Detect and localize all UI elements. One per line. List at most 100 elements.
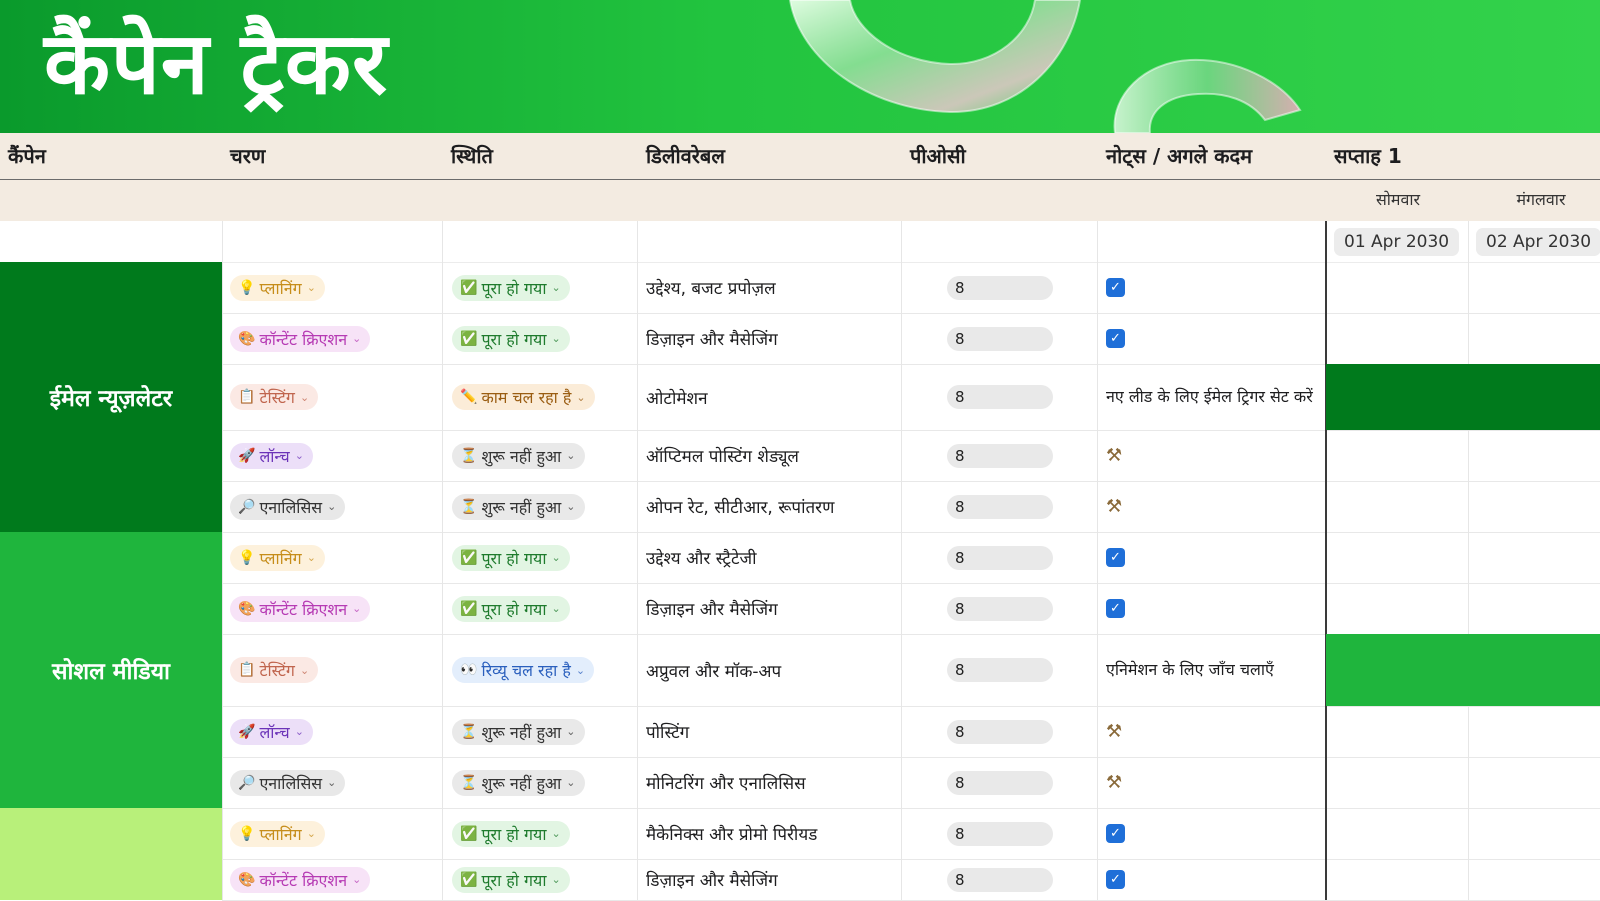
status-dropdown[interactable]: ✅ पूरा हो गया ⌄	[452, 544, 570, 571]
hourglass-icon: ⏳	[460, 723, 478, 740]
status-dropdown[interactable]: ✅ पूरा हो गया ⌄	[452, 325, 570, 352]
note-text[interactable]: एनिमेशन के लिए जाँच चलाएँ	[1106, 658, 1316, 682]
phase-dropdown[interactable]: 🔎 एनालिसिस ⌄	[230, 493, 346, 520]
deliverable-cell[interactable]: ऑप्टिमल पोस्टिंग शेड्यूल	[646, 430, 799, 481]
poc-field[interactable]: 8	[947, 596, 1053, 621]
phase-dropdown[interactable]: 📋 टेस्टिंग ⌄	[230, 657, 319, 683]
table-row[interactable]: 🎨 कॉन्टेंट क्रिएशन ⌄ ✅ पूरा हो गया ⌄ डिज़ाइन औ…	[222, 859, 1600, 901]
note-text[interactable]: नए लीड के लिए ईमेल ट्रिगर सेट करें	[1106, 385, 1316, 409]
check-box-icon: ✅	[460, 600, 478, 617]
poc-field[interactable]: 8	[947, 545, 1053, 570]
tools-icon: ⚒	[1106, 445, 1123, 466]
column-header-notes[interactable]: नोट्स / अगले कदम	[1106, 133, 1252, 179]
palette-icon: 🎨	[238, 600, 256, 617]
chevron-down-icon: ⌄	[299, 663, 310, 677]
phase-dropdown[interactable]: 🎨 कॉन्टेंट क्रिएशन ⌄	[230, 866, 371, 893]
deliverable-cell[interactable]: उद्देश्य, बजट प्रपोज़ल	[646, 262, 776, 313]
poc-field[interactable]: 8	[947, 658, 1053, 682]
checkbox-checked-icon[interactable]: ✓	[1106, 599, 1125, 618]
status-dropdown[interactable]: ✅ पूरा हो गया ⌄	[452, 595, 570, 622]
campaign-block-social[interactable]: सोशल मीडिया	[0, 532, 222, 808]
status-label: शुरू नहीं हुआ	[481, 497, 562, 517]
deliverable-cell[interactable]: पोस्टिंग	[646, 706, 689, 757]
phase-label: प्लानिंग	[259, 824, 302, 844]
column-header-status[interactable]: स्थिति	[451, 133, 493, 179]
table-row[interactable]: 🎨 कॉन्टेंट क्रिएशन ⌄ ✅ पूरा हो गया ⌄ डिज़ाइन औ…	[222, 313, 1600, 365]
table-row[interactable]: 💡 प्लानिंग ⌄ ✅ पूरा हो गया ⌄ मैकेनिक्स और प्रो…	[222, 808, 1600, 860]
deliverable-cell[interactable]: अप्रुवल और मॉक-अप	[646, 634, 781, 706]
rocket-icon: 🚀	[238, 447, 256, 464]
checkbox-checked-icon[interactable]: ✓	[1106, 548, 1125, 567]
poc-field[interactable]: 8	[947, 719, 1053, 744]
chevron-down-icon: ⌄	[352, 873, 362, 886]
status-dropdown[interactable]: ✅ पूरा हो गया ⌄	[452, 274, 570, 301]
status-dropdown[interactable]: 👀 रिव्यू चल रहा है ⌄	[452, 657, 595, 683]
campaign-block-third[interactable]	[0, 808, 222, 900]
deliverable-cell[interactable]: मैकेनिक्स और प्रोमो पिरीयड	[646, 808, 817, 859]
column-header-phase[interactable]: चरण	[230, 133, 265, 179]
status-label: शुरू नहीं हुआ	[481, 722, 562, 742]
poc-field[interactable]: 8	[947, 821, 1053, 846]
deliverable-cell[interactable]: ओटोमेशन	[646, 364, 708, 430]
phase-dropdown[interactable]: 🔎 एनालिसिस ⌄	[230, 769, 346, 796]
poc-field[interactable]: 8	[947, 867, 1053, 892]
table-row[interactable]: 🚀 लॉन्च ⌄ ⏳ शुरू नहीं हुआ ⌄ पोस्टिंग 8 ⚒	[222, 706, 1600, 758]
table-row[interactable]: 💡 प्लानिंग ⌄ ✅ पूरा हो गया ⌄ उद्देश्य, बजट प्र…	[222, 262, 1600, 314]
status-dropdown[interactable]: ⏳ शुरू नहीं हुआ ⌄	[452, 769, 585, 796]
column-header-campaign[interactable]: कैंपेन	[8, 133, 46, 179]
chevron-down-icon: ⌄	[551, 827, 561, 840]
phase-dropdown[interactable]: 🎨 कॉन्टेंट क्रिएशन ⌄	[230, 325, 371, 352]
checkbox-checked-icon[interactable]: ✓	[1106, 824, 1125, 843]
pencil-icon: ✏️	[460, 389, 478, 405]
gantt-bar[interactable]	[1326, 634, 1600, 706]
table-row[interactable]: 🔎 एनालिसिस ⌄ ⏳ शुरू नहीं हुआ ⌄ मोनिटरिंग और एन…	[222, 757, 1600, 809]
poc-field[interactable]: 8	[947, 275, 1053, 300]
chevron-down-icon: ⌄	[327, 776, 337, 789]
poc-field[interactable]: 8	[947, 385, 1053, 409]
phase-dropdown[interactable]: 🚀 लॉन्च ⌄	[230, 718, 313, 745]
deliverable-cell[interactable]: मोनिटरिंग और एनालिसिस	[646, 757, 806, 808]
checkbox-checked-icon[interactable]: ✓	[1106, 329, 1125, 348]
check-box-icon: ✅	[460, 330, 478, 347]
poc-field[interactable]: 8	[947, 770, 1053, 795]
status-dropdown[interactable]: ✅ पूरा हो गया ⌄	[452, 866, 570, 893]
deliverable-cell[interactable]: डिज़ाइन और मैसेजिंग	[646, 859, 778, 900]
table-row[interactable]: 💡 प्लानिंग ⌄ ✅ पूरा हो गया ⌄ उद्देश्य और स्ट्र…	[222, 532, 1600, 584]
table-row[interactable]: 🔎 एनालिसिस ⌄ ⏳ शुरू नहीं हुआ ⌄ ओपन रेट, सीटीआर…	[222, 481, 1600, 533]
poc-field[interactable]: 8	[947, 326, 1053, 351]
check-box-icon: ✅	[460, 549, 478, 566]
header-banner: कैंपेन ट्रैकर	[0, 0, 1600, 133]
column-header-deliverable[interactable]: डिलीवरेबल	[646, 133, 725, 179]
status-dropdown[interactable]: ⏳ शुरू नहीं हुआ ⌄	[452, 718, 585, 745]
deliverable-cell[interactable]: डिज़ाइन और मैसेजिंग	[646, 313, 778, 364]
phase-dropdown[interactable]: 💡 प्लानिंग ⌄	[230, 820, 325, 847]
status-dropdown[interactable]: ✅ पूरा हो गया ⌄	[452, 820, 570, 847]
phase-label: एनालिसिस	[259, 773, 323, 793]
poc-field[interactable]: 8	[947, 443, 1053, 468]
status-label: शुरू नहीं हुआ	[481, 773, 562, 793]
phase-label: टेस्टिंग	[259, 661, 295, 680]
column-header-poc[interactable]: पीओसी	[910, 133, 966, 179]
table-row[interactable]: 🎨 कॉन्टेंट क्रिएशन ⌄ ✅ पूरा हो गया ⌄ डिज़ाइन औ…	[222, 583, 1600, 635]
column-header-week[interactable]: सप्ताह 1	[1334, 133, 1402, 179]
phase-dropdown[interactable]: 🎨 कॉन्टेंट क्रिएशन ⌄	[230, 595, 371, 622]
checkbox-checked-icon[interactable]: ✓	[1106, 278, 1125, 297]
phase-dropdown[interactable]: 💡 प्लानिंग ⌄	[230, 274, 325, 301]
gantt-bar[interactable]	[1326, 364, 1600, 430]
status-dropdown[interactable]: ✏️ काम चल रहा है ⌄	[452, 384, 595, 410]
phase-dropdown[interactable]: 💡 प्लानिंग ⌄	[230, 544, 325, 571]
checkbox-checked-icon[interactable]: ✓	[1106, 870, 1125, 889]
phase-dropdown[interactable]: 🚀 लॉन्च ⌄	[230, 442, 313, 469]
table-row[interactable]: 🚀 लॉन्च ⌄ ⏳ शुरू नहीं हुआ ⌄ ऑप्टिमल पोस्टिंग श…	[222, 430, 1600, 482]
status-dropdown[interactable]: ⏳ शुरू नहीं हुआ ⌄	[452, 442, 585, 469]
deliverable-cell[interactable]: ओपन रेट, सीटीआर, रूपांतरण	[646, 481, 834, 532]
poc-field[interactable]: 8	[947, 494, 1053, 519]
campaign-block-email[interactable]: ईमेल न्यूज़लेटर	[0, 262, 222, 532]
deliverable-cell[interactable]: उद्देश्य और स्ट्रैटेजी	[646, 532, 757, 583]
status-dropdown[interactable]: ⏳ शुरू नहीं हुआ ⌄	[452, 493, 585, 520]
phase-label: प्लानिंग	[259, 548, 302, 568]
status-label: काम चल रहा है	[481, 388, 572, 407]
date-pill-monday: 01 Apr 2030	[1334, 228, 1460, 256]
phase-dropdown[interactable]: 📋 टेस्टिंग ⌄	[230, 384, 319, 410]
deliverable-cell[interactable]: डिज़ाइन और मैसेजिंग	[646, 583, 778, 634]
